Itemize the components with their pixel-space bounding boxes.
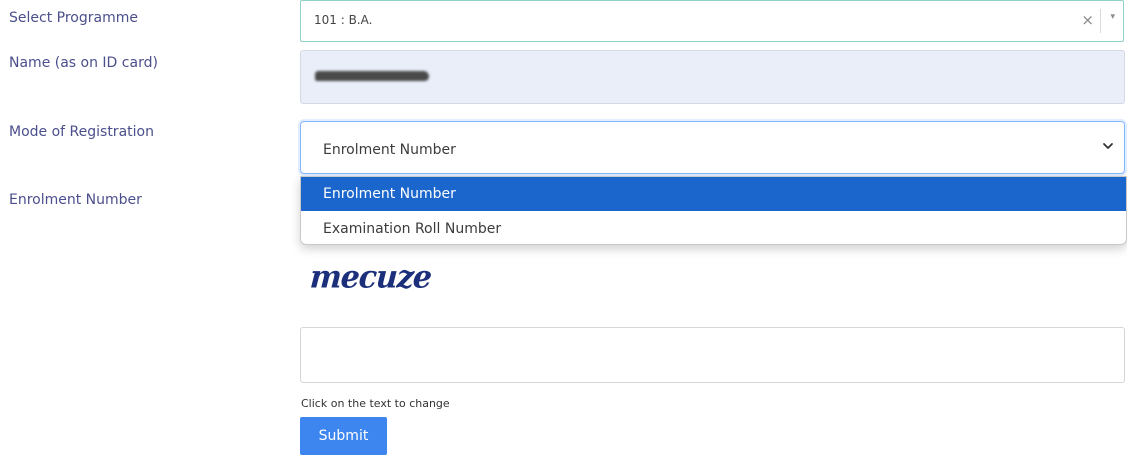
chevron-down-icon <box>1103 143 1113 149</box>
select-programme-label: Select Programme <box>9 10 138 26</box>
mode-dropdown-list: Enrolment Number Examination Roll Number <box>300 176 1127 245</box>
option-enrolment-number[interactable]: Enrolment Number <box>301 177 1126 211</box>
select-divider <box>1100 9 1101 33</box>
redacted-name <box>315 71 429 81</box>
captcha-image[interactable]: mecuze <box>308 259 450 300</box>
mode-of-registration-select[interactable]: Enrolment Number <box>300 121 1125 174</box>
submit-button[interactable]: Submit <box>300 417 387 455</box>
mode-selected-value: Enrolment Number <box>323 142 456 158</box>
captcha-input[interactable] <box>300 327 1125 383</box>
captcha-text: mecuze <box>308 259 433 296</box>
programme-select[interactable]: 101 : B.A. × ▾ <box>300 0 1124 42</box>
clear-icon[interactable]: × <box>1081 11 1094 29</box>
option-examination-roll-number[interactable]: Examination Roll Number <box>301 212 1126 244</box>
name-label: Name (as on ID card) <box>9 55 158 71</box>
captcha-hint: Click on the text to change <box>301 397 450 410</box>
chevron-down-icon[interactable]: ▾ <box>1110 12 1115 22</box>
programme-selected-value: 101 : B.A. <box>314 13 373 27</box>
name-field <box>300 50 1125 104</box>
mode-of-registration-label: Mode of Registration <box>9 124 154 140</box>
enrolment-number-label: Enrolment Number <box>9 192 142 208</box>
